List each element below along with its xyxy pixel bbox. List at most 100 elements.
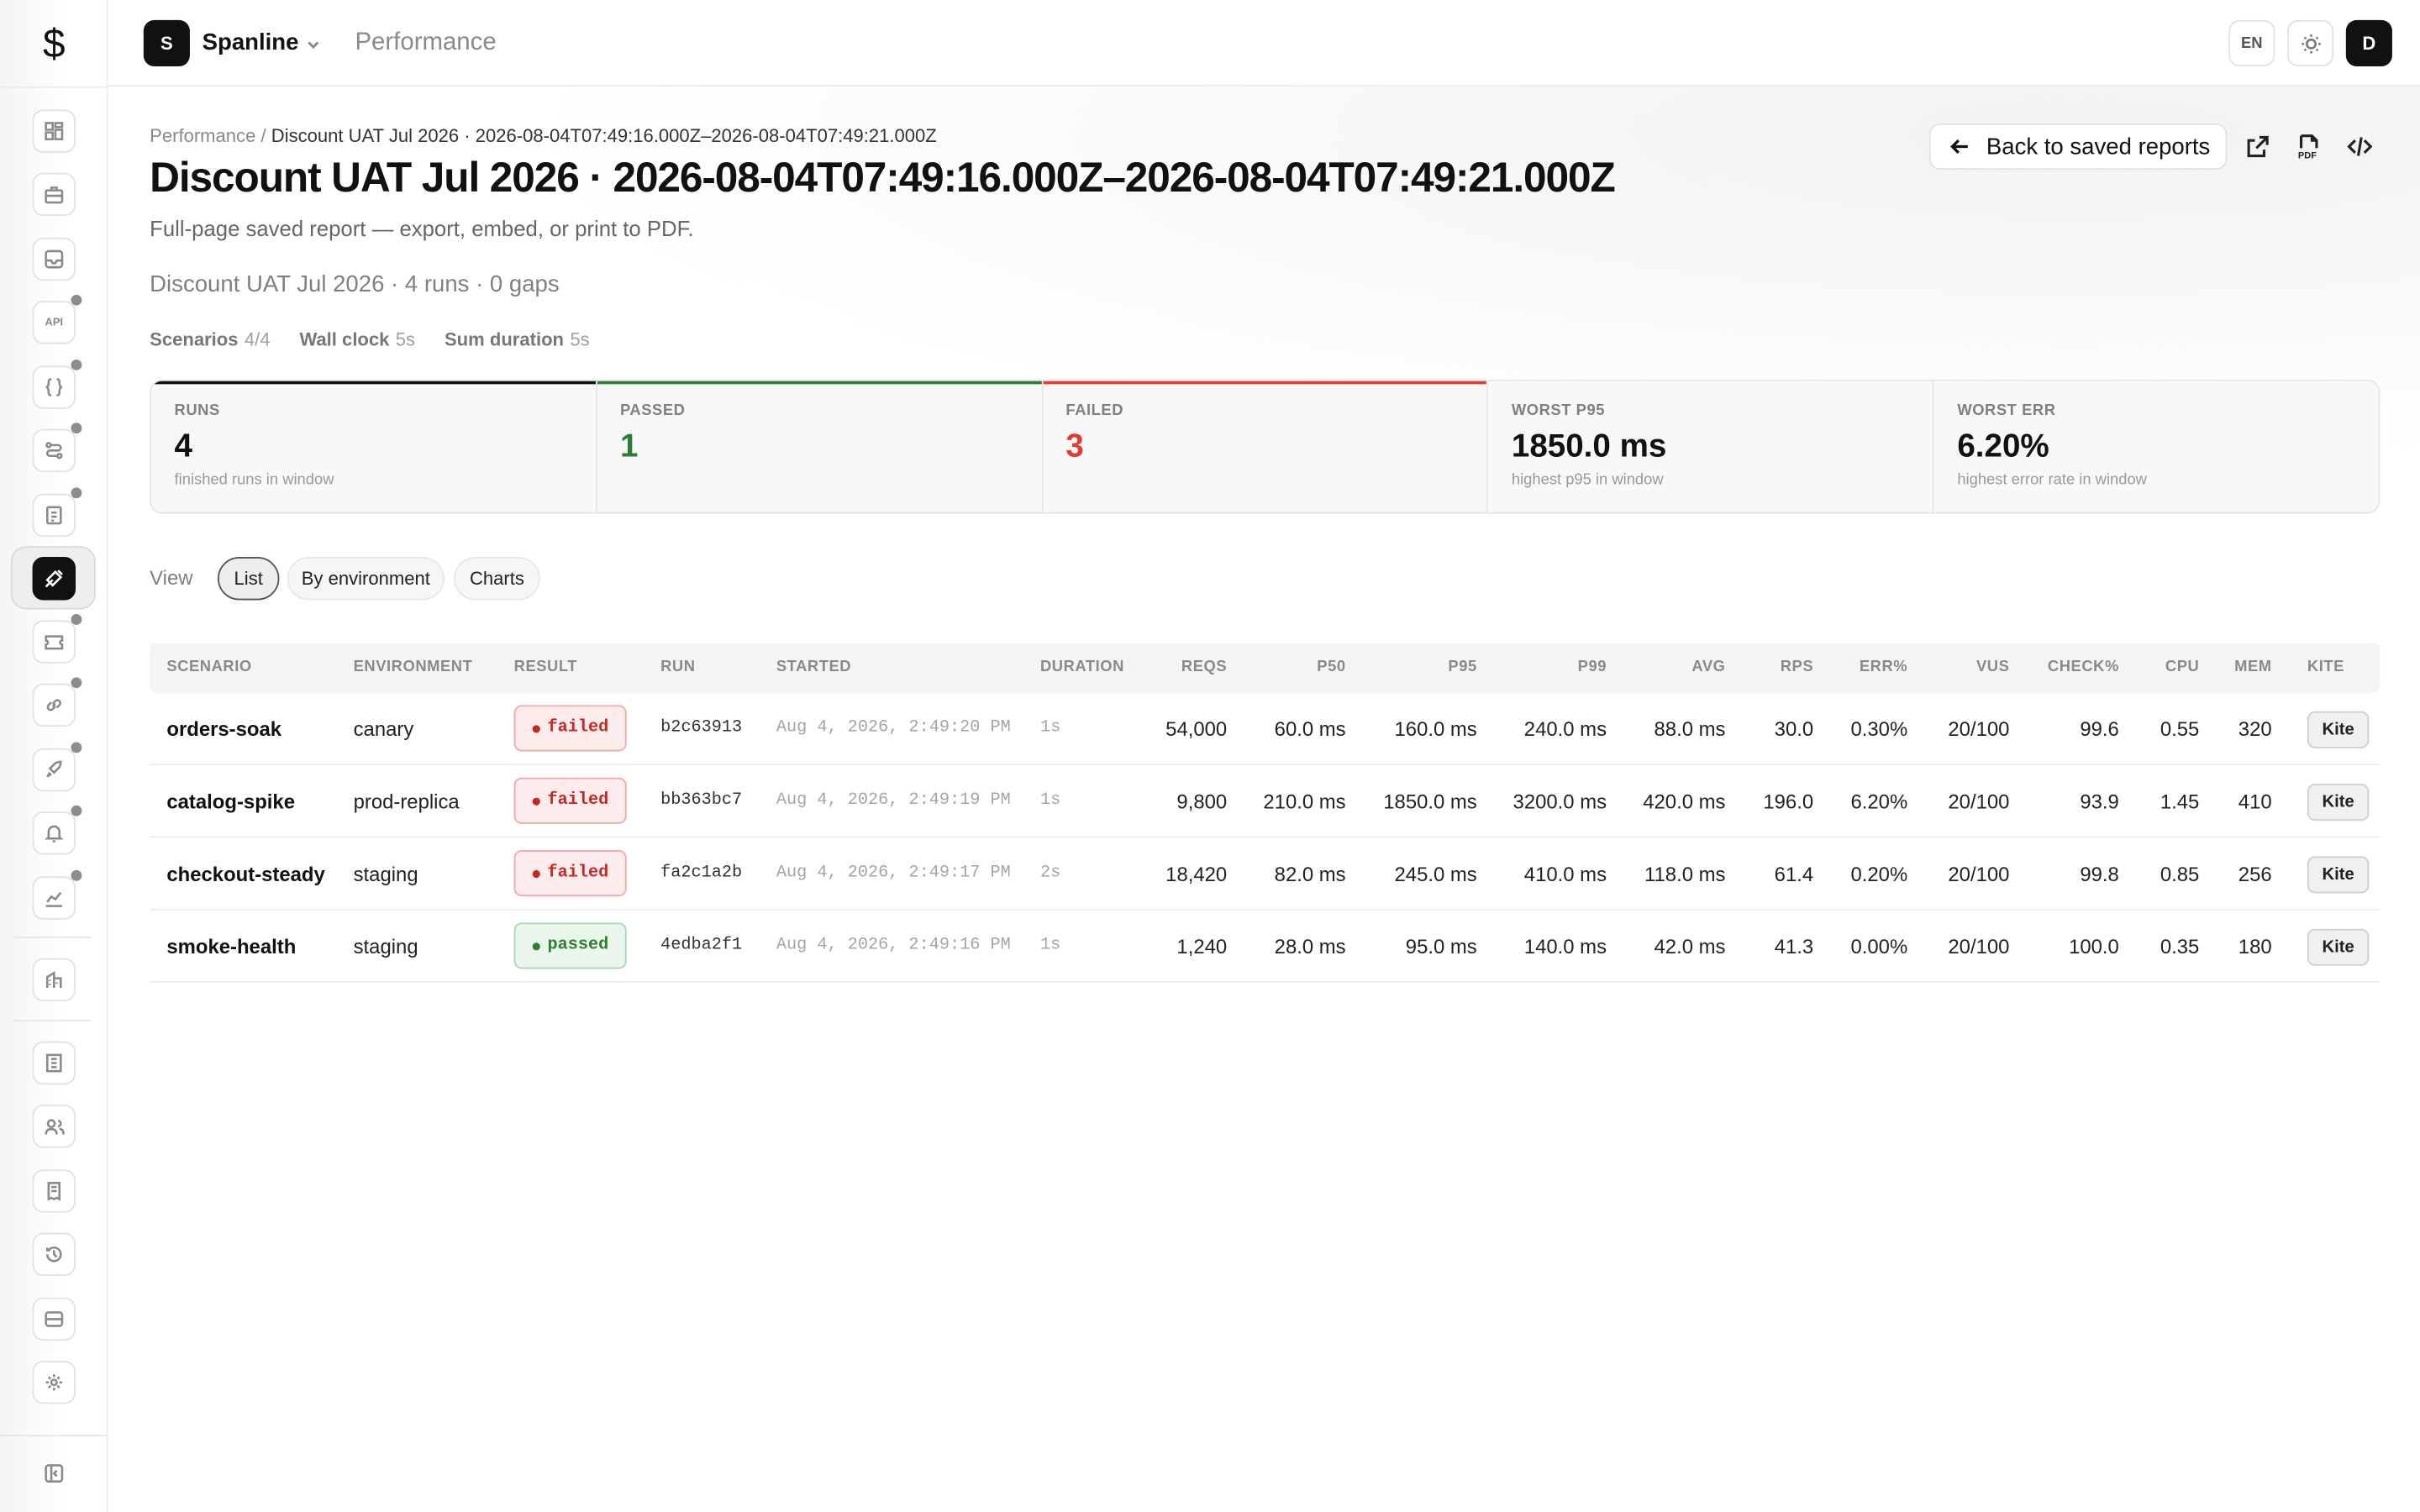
status-dot — [532, 796, 540, 805]
status-badge: failed — [513, 777, 627, 824]
inbox-icon[interactable] — [32, 237, 76, 281]
workspace-avatar[interactable]: S — [143, 19, 190, 66]
ledger-icon[interactable] — [32, 1041, 76, 1085]
stat-value: 6.20% — [1957, 428, 2049, 465]
workflow-icon[interactable] — [32, 423, 82, 473]
cell-p99: 410.0 ms — [1523, 862, 1607, 886]
cell-scenario: checkout-steady — [166, 862, 325, 886]
users-icon[interactable] — [32, 1105, 76, 1148]
api-icon[interactable]: API — [32, 294, 82, 344]
cell-rps: 41.3 — [1774, 935, 1814, 958]
kite-button[interactable]: Kite — [2307, 856, 2370, 894]
cell-run: 4edba2f1 — [660, 936, 743, 955]
notification-dot — [71, 677, 82, 689]
status-dot — [532, 724, 540, 732]
back-to-saved-reports-button[interactable]: Back to saved reports — [1928, 123, 2228, 171]
notification-dot — [71, 294, 82, 306]
column-header[interactable]: SCENARIO — [166, 659, 251, 675]
dashboard-icon[interactable] — [32, 109, 76, 153]
section-title: Performance — [355, 29, 497, 56]
column-header[interactable]: REQS — [1181, 659, 1227, 675]
cell-cpu: 0.55 — [2160, 717, 2200, 741]
meta-sum-duration: Sum duration 5s — [444, 328, 590, 350]
column-header[interactable]: VUS — [1976, 659, 2009, 675]
breadcrumb-parent[interactable]: Performance — [150, 125, 255, 147]
history-icon[interactable] — [32, 1232, 76, 1276]
status-dot — [532, 942, 540, 950]
table-row[interactable]: smoke-health staging passed 4edba2f1 Aug… — [150, 911, 2381, 983]
sidebar-divider — [13, 1020, 92, 1021]
column-header[interactable]: RESULT — [514, 659, 577, 675]
cell-started: Aug 4, 2026, 2:49:16 PM — [776, 936, 1011, 955]
column-header[interactable]: ENVIRONMENT — [354, 659, 473, 675]
link-icon[interactable] — [32, 677, 82, 727]
chart-icon[interactable] — [32, 869, 82, 920]
workspace-name[interactable]: Spanline — [203, 29, 299, 55]
column-header[interactable]: ERR% — [1860, 659, 1907, 675]
notification-dot — [71, 869, 82, 881]
column-header[interactable]: RUN — [660, 659, 695, 675]
column-header[interactable]: P95 — [1448, 659, 1476, 675]
column-header[interactable]: CHECK% — [2048, 659, 2119, 675]
column-header[interactable]: AVG — [1691, 659, 1725, 675]
building-icon[interactable] — [32, 958, 76, 1002]
table-row[interactable]: checkout-steady staging failed fa2c1a2b … — [150, 837, 2381, 911]
back-button-label: Back to saved reports — [1986, 133, 2211, 160]
table-row[interactable]: orders-soak canary failed b2c63913 Aug 4… — [150, 693, 2381, 766]
page-title: Discount UAT Jul 2026 · 2026-08-04T07:49… — [150, 154, 1616, 201]
cell-avg: 42.0 ms — [1654, 935, 1726, 958]
receipt-icon[interactable] — [32, 1169, 76, 1213]
cell-started: Aug 4, 2026, 2:49:20 PM — [776, 718, 1011, 738]
collapse-sidebar-icon[interactable] — [33, 1452, 76, 1494]
stat-accent-bar — [597, 381, 1042, 385]
cell-p95: 95.0 ms — [1405, 935, 1477, 958]
braces-icon[interactable] — [32, 359, 82, 409]
settings-icon[interactable] — [32, 1360, 76, 1404]
open-external-icon[interactable] — [2243, 131, 2274, 162]
kite-button[interactable]: Kite — [2307, 784, 2370, 822]
stat-label: PASSED — [619, 402, 686, 420]
column-header[interactable]: DURATION — [1040, 659, 1124, 675]
column-header[interactable]: CPU — [2165, 659, 2199, 675]
language-button[interactable]: EN — [2228, 19, 2275, 66]
theme-toggle-button[interactable] — [2287, 19, 2334, 66]
breadcrumb: Performance / Discount UAT Jul 2026 · 20… — [150, 125, 937, 147]
kite-button[interactable]: Kite — [2307, 711, 2370, 748]
stats-cards: RUNS 4 finished runs in window PASSED 1 … — [150, 379, 2381, 514]
cell-duration: 1s — [1039, 718, 1061, 738]
app-logo-icon[interactable]: $ — [31, 19, 77, 66]
column-header[interactable]: MEM — [2234, 659, 2272, 675]
bell-icon[interactable] — [32, 805, 82, 855]
column-header[interactable]: RPS — [1781, 659, 1813, 675]
status-text: failed — [547, 791, 609, 811]
cell-p50: 28.0 ms — [1274, 935, 1346, 958]
stat-label: FAILED — [1065, 402, 1124, 420]
status-text: passed — [547, 936, 609, 955]
embed-code-icon[interactable] — [2344, 131, 2375, 162]
cell-run: bb363bc7 — [660, 791, 743, 811]
view-charts-button[interactable]: Charts — [453, 557, 540, 601]
briefcase-icon[interactable] — [32, 172, 76, 217]
storage-icon[interactable] — [32, 1297, 76, 1341]
rocket-icon[interactable] — [32, 742, 82, 792]
chevron-down-icon[interactable] — [304, 34, 323, 52]
cell-scenario: orders-soak — [166, 717, 282, 741]
column-header[interactable]: P99 — [1578, 659, 1607, 675]
view-by-environment-button[interactable]: By environment — [287, 557, 445, 601]
ticket-icon[interactable] — [32, 614, 82, 664]
column-header[interactable]: P50 — [1317, 659, 1345, 675]
performance-icon[interactable] — [32, 557, 76, 601]
cell-p99: 3200.0 ms — [1512, 790, 1607, 813]
user-avatar[interactable]: D — [2345, 19, 2392, 66]
column-header[interactable]: KITE — [2307, 659, 2344, 675]
clipboard-icon[interactable] — [32, 487, 82, 538]
kite-button[interactable]: Kite — [2307, 928, 2370, 966]
table-row[interactable]: catalog-spike prod-replica failed bb363b… — [150, 765, 2381, 838]
api-label: API — [45, 317, 63, 328]
stat-description: finished runs in window — [174, 472, 334, 490]
pdf-icon[interactable]: PDF — [2293, 131, 2324, 162]
view-list-button[interactable]: List — [217, 557, 280, 601]
column-header[interactable]: STARTED — [776, 659, 851, 675]
cell-avg: 420.0 ms — [1643, 790, 1726, 813]
cell-err: 6.20% — [1850, 790, 1908, 813]
